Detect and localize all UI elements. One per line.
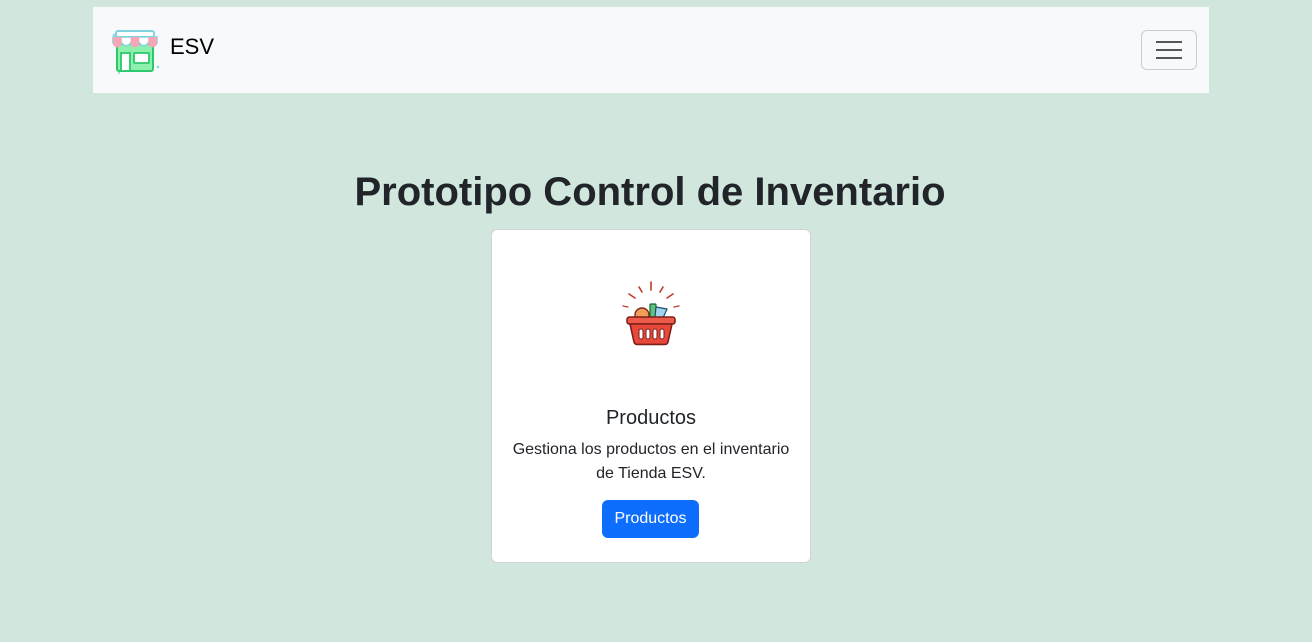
card-text: Gestiona los productos en el inventario … xyxy=(512,441,790,482)
navbar-brand[interactable]: ESV xyxy=(109,27,214,79)
brand-name: ESV xyxy=(170,34,215,59)
storefront-icon xyxy=(112,30,160,74)
grocery-basket-icon xyxy=(622,281,680,346)
navbar-toggler-button[interactable] xyxy=(1141,30,1197,70)
hamburger-menu-icon xyxy=(1156,41,1182,59)
navbar: ESV xyxy=(93,7,1209,93)
products-card: Productos Gestiona los productos en el i… xyxy=(491,229,811,563)
page-title: Prototipo Control de Inventario xyxy=(354,170,946,214)
card-title: Productos xyxy=(605,407,697,429)
products-button[interactable]: Productos xyxy=(602,500,699,538)
